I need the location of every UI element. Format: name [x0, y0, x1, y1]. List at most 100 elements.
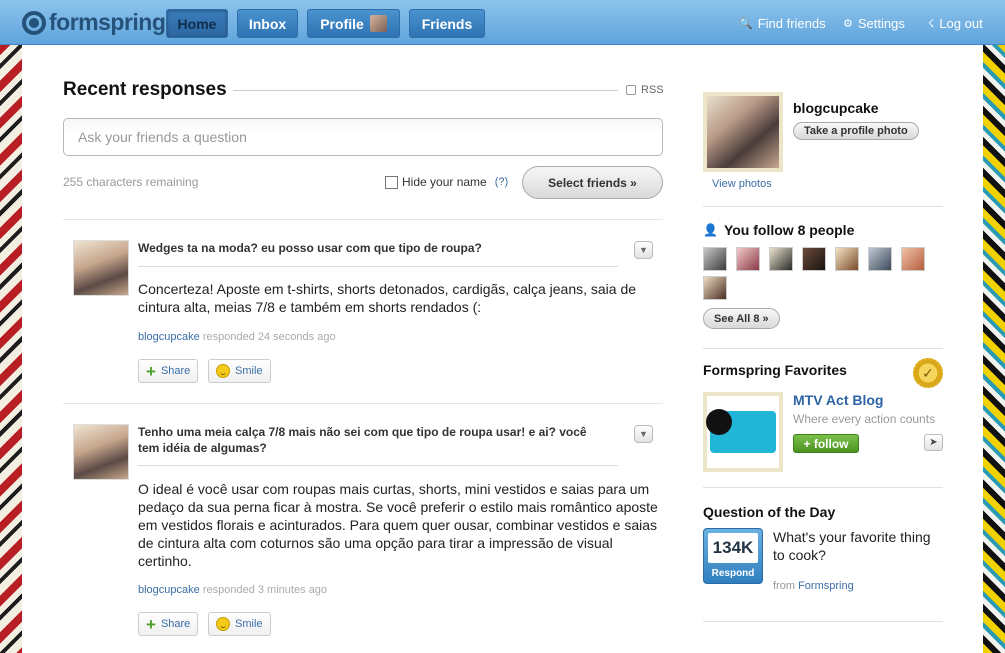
- settings-label: Settings: [857, 16, 905, 31]
- response-item: Tenho uma meia calça 7/8 mais não sei co…: [73, 424, 663, 644]
- nav-home-label: Home: [177, 15, 217, 32]
- mtv-logo-graphic: [706, 409, 776, 453]
- smiley-icon: [216, 617, 230, 631]
- following-title-label: You follow 8 people: [723, 222, 855, 238]
- avatar[interactable]: [73, 424, 129, 480]
- user-link[interactable]: blogcupcake: [138, 331, 200, 343]
- qotd-question[interactable]: What's your favorite thing to cook?: [773, 528, 943, 564]
- logo-icon: [22, 10, 46, 35]
- friend-avatar[interactable]: [736, 247, 760, 271]
- share-button[interactable]: + Share: [138, 359, 199, 383]
- smiley-icon: [216, 364, 230, 378]
- question-text[interactable]: Tenho uma meia calça 7/8 mais não sei co…: [138, 424, 598, 456]
- divider: [63, 219, 663, 220]
- friend-avatar[interactable]: [703, 247, 727, 271]
- take-photo-label: Take a profile photo: [804, 125, 908, 137]
- search-icon: 🔍: [739, 18, 753, 30]
- settings-link[interactable]: ⚙ Settings: [843, 16, 905, 31]
- divider: [63, 403, 663, 404]
- act-circle-graphic: [706, 409, 732, 435]
- question-text[interactable]: Wedges ta na moda? eu posso usar com que…: [138, 240, 598, 256]
- select-friends-button[interactable]: Select friends »: [522, 166, 663, 199]
- smile-label: Smile: [235, 618, 263, 630]
- divider: [703, 621, 943, 622]
- ask-question-input[interactable]: [63, 118, 663, 156]
- mtv-act-logo[interactable]: [703, 392, 783, 472]
- arrow-right-icon: ➤: [929, 437, 938, 448]
- rss-link[interactable]: RSS: [626, 84, 664, 96]
- rss-label: RSS: [641, 84, 664, 96]
- add-user-icon: 👤: [703, 223, 718, 237]
- share-label: Share: [160, 618, 191, 630]
- qotd-source: from Formspring: [773, 580, 854, 592]
- find-friends-label: Find friends: [757, 16, 826, 31]
- see-all-following-button[interactable]: See All 8 »: [703, 308, 780, 329]
- options-dropdown-button[interactable]: ▼: [634, 241, 653, 259]
- divider: [703, 206, 943, 207]
- user-link[interactable]: blogcupcake: [138, 584, 200, 596]
- view-photos-link[interactable]: View photos: [712, 178, 772, 190]
- characters-remaining: 255 characters remaining: [63, 175, 199, 189]
- page-title: Recent responses: [63, 79, 227, 100]
- friend-avatar[interactable]: [835, 247, 859, 271]
- divider: [703, 487, 943, 488]
- follow-label: + follow: [803, 436, 849, 451]
- logo-text: formspring: [49, 9, 166, 35]
- friend-avatar[interactable]: [802, 247, 826, 271]
- nav-inbox-button[interactable]: Inbox: [237, 9, 298, 38]
- friend-avatar[interactable]: [769, 247, 793, 271]
- logout-icon: ☇: [928, 18, 935, 30]
- friend-avatar[interactable]: [703, 276, 727, 300]
- find-friends-link[interactable]: 🔍 Find friends: [739, 16, 826, 31]
- chevron-down-icon: ▼: [639, 429, 648, 439]
- title-divider: [233, 90, 618, 91]
- friend-avatar[interactable]: [901, 247, 925, 271]
- nav-friends-button[interactable]: Friends: [409, 9, 485, 38]
- take-profile-photo-button[interactable]: Take a profile photo: [793, 122, 919, 140]
- nav-profile-button[interactable]: Profile: [307, 9, 400, 38]
- hide-name-label[interactable]: Hide your name: [402, 175, 487, 189]
- profile-username[interactable]: blogcupcake: [793, 100, 879, 116]
- share-button[interactable]: + Share: [138, 612, 199, 636]
- decorative-left-band: [0, 44, 22, 653]
- follow-button[interactable]: + follow: [793, 434, 859, 453]
- nav-profile-label: Profile: [320, 15, 364, 32]
- nav-inbox-label: Inbox: [248, 15, 287, 32]
- chevron-down-icon: ▼: [639, 245, 648, 255]
- hide-name-checkbox[interactable]: [385, 175, 398, 189]
- rss-icon: [626, 85, 636, 95]
- gear-icon: ⚙: [843, 18, 853, 30]
- plus-icon: +: [146, 614, 156, 634]
- nav-friends-label: Friends: [421, 15, 473, 32]
- logout-link[interactable]: ☇ Log out: [928, 16, 983, 31]
- top-navigation-bar: formspring Home Inbox Profile Friends 🔍 …: [0, 0, 1005, 45]
- options-dropdown-button[interactable]: ▼: [634, 425, 653, 443]
- qotd-source-link[interactable]: Formspring: [798, 580, 854, 592]
- help-link[interactable]: (?): [495, 176, 508, 188]
- qotd-title: Question of the Day: [703, 504, 836, 520]
- question-divider: [138, 465, 618, 466]
- smile-button[interactable]: Smile: [208, 359, 271, 383]
- favorite-name[interactable]: MTV Act Blog: [793, 392, 883, 408]
- friend-avatar[interactable]: [868, 247, 892, 271]
- plus-icon: +: [146, 361, 156, 381]
- qotd-respond-label: Respond: [711, 568, 755, 579]
- response-time: responded 3 minutes ago: [202, 584, 327, 596]
- smile-button[interactable]: Smile: [208, 612, 271, 636]
- hide-name-option: Hide your name (?): [385, 175, 508, 189]
- profile-photo[interactable]: [703, 92, 783, 172]
- formspring-logo[interactable]: formspring: [22, 9, 166, 36]
- response-time: responded 24 seconds ago: [202, 331, 336, 343]
- share-label: Share: [160, 365, 191, 377]
- logout-label: Log out: [939, 16, 983, 31]
- response-meta: blogcupcake responded 24 seconds ago: [138, 331, 336, 343]
- see-all-label: See All 8 »: [714, 312, 769, 325]
- qotd-from-label: from: [773, 580, 795, 592]
- next-favorite-button[interactable]: ➤: [924, 434, 943, 451]
- avatar[interactable]: [73, 240, 129, 296]
- checkmark-seal-icon: ✓: [913, 358, 943, 388]
- response-item: Wedges ta na moda? eu posso usar com que…: [73, 240, 663, 390]
- qotd-respond-badge[interactable]: 134K Respond: [703, 528, 763, 584]
- nav-home-button[interactable]: Home: [166, 9, 228, 38]
- favorites-title: Formspring Favorites: [703, 362, 847, 378]
